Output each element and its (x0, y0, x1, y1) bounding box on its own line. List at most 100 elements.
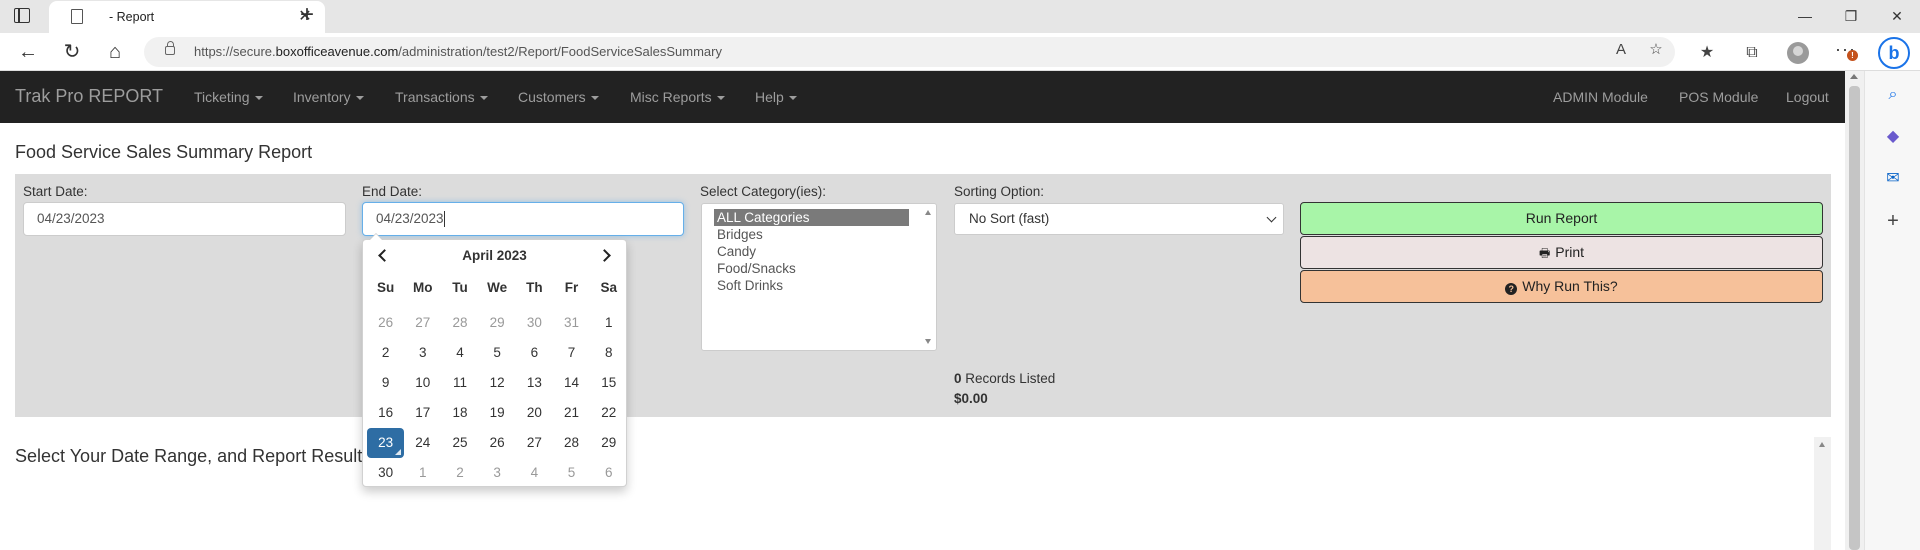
scrollbar-thumb[interactable] (1849, 86, 1860, 550)
category-option[interactable]: Food/Snacks (714, 260, 909, 277)
back-icon[interactable]: ← (14, 39, 42, 67)
day-cell[interactable]: 19 (479, 398, 516, 428)
day-cell[interactable]: 27 (516, 428, 553, 458)
browser-tab[interactable]: - Report ✕ (49, 1, 325, 33)
day-cell[interactable]: 12 (479, 368, 516, 398)
print-button[interactable]: 🖶 Print (1300, 236, 1823, 269)
profile-avatar[interactable] (1787, 42, 1809, 64)
category-option[interactable]: Bridges (714, 226, 909, 243)
day-cell[interactable]: 8 (590, 338, 627, 368)
day-cell[interactable]: 15 (590, 368, 627, 398)
listbox-scroll-down-icon[interactable] (925, 339, 931, 344)
day-cell[interactable]: 6 (590, 458, 627, 488)
day-cell[interactable]: 7 (553, 338, 590, 368)
day-cell[interactable]: 28 (553, 428, 590, 458)
results-scroll-up-icon[interactable] (1819, 442, 1825, 447)
day-cell[interactable]: 3 (479, 458, 516, 488)
start-date-input[interactable]: 04/23/2023 (23, 202, 346, 236)
close-window-icon[interactable]: ✕ (1874, 0, 1920, 33)
bing-chat-icon[interactable]: b (1878, 37, 1910, 69)
day-cell[interactable]: 26 (479, 428, 516, 458)
day-cell[interactable]: 10 (404, 368, 441, 398)
scroll-up-arrow-icon[interactable] (1850, 74, 1858, 79)
refresh-icon[interactable]: ↻ (58, 39, 86, 67)
category-option[interactable]: Candy (714, 243, 909, 260)
day-cell[interactable]: 21 (553, 398, 590, 428)
day-cell[interactable]: 6 (516, 338, 553, 368)
pos-module-link[interactable]: POS Module (1679, 89, 1758, 105)
category-listbox[interactable]: ALL Categories Bridges Candy Food/Snacks… (701, 203, 937, 351)
selected-day-cell[interactable]: 23 (367, 428, 405, 458)
category-option[interactable]: Soft Drinks (714, 277, 909, 294)
office-icon[interactable]: ◆ (1881, 125, 1905, 149)
menu-inventory[interactable]: Inventory (293, 89, 364, 105)
favorites-icon[interactable]: ★ (1694, 40, 1720, 66)
menu-help[interactable]: Help (755, 89, 797, 105)
day-cell[interactable]: 13 (516, 368, 553, 398)
day-cell[interactable]: 26 (367, 308, 404, 338)
day-cell[interactable]: 25 (441, 428, 478, 458)
results-scrollbar[interactable] (1814, 437, 1831, 550)
collections-icon[interactable]: ⧉ (1739, 40, 1765, 66)
menu-transactions-label: Transactions (395, 89, 475, 105)
calendar-week-row: 2345678 (367, 338, 627, 368)
listbox-scroll-up-icon[interactable] (925, 210, 931, 215)
end-date-label: End Date: (362, 184, 423, 199)
day-cell[interactable]: 29 (479, 308, 516, 338)
minimize-icon[interactable]: — (1782, 0, 1828, 33)
day-cell[interactable]: 2 (441, 458, 478, 488)
add-sidebar-icon[interactable]: + (1881, 209, 1905, 233)
month-title[interactable]: April 2023 (363, 248, 626, 263)
total-amount: $0.00 (954, 391, 988, 406)
menu-ticketing[interactable]: Ticketing (194, 89, 263, 105)
page-scrollbar[interactable] (1845, 71, 1864, 550)
category-option[interactable]: ALL Categories (714, 209, 909, 226)
records-suffix: Records Listed (961, 371, 1056, 386)
day-cell[interactable]: 29 (590, 428, 627, 458)
day-cell[interactable]: 5 (553, 458, 590, 488)
day-cell[interactable]: 4 (441, 338, 478, 368)
search-icon[interactable]: ⌕ (1881, 83, 1905, 107)
sort-select[interactable]: No Sort (fast) (954, 203, 1284, 235)
day-cell[interactable]: 9 (367, 368, 404, 398)
admin-module-link[interactable]: ADMIN Module (1553, 89, 1648, 105)
menu-customers[interactable]: Customers (518, 89, 599, 105)
day-cell[interactable]: 14 (553, 368, 590, 398)
day-cell[interactable]: 30 (516, 308, 553, 338)
day-cell[interactable]: 1 (404, 458, 441, 488)
run-report-button[interactable]: Run Report (1300, 202, 1823, 235)
brand-link[interactable]: Trak Pro REPORT (15, 86, 163, 107)
new-tab-icon[interactable]: + (294, 3, 320, 29)
day-cell[interactable]: 2 (367, 338, 404, 368)
day-cell[interactable]: 16 (367, 398, 404, 428)
day-cell[interactable]: 22 (590, 398, 627, 428)
logout-link[interactable]: Logout (1786, 89, 1829, 105)
day-cell[interactable]: 31 (553, 308, 590, 338)
day-cell[interactable]: 24 (404, 428, 441, 458)
day-cell[interactable]: 11 (441, 368, 478, 398)
end-date-input[interactable]: 04/23/2023 (362, 202, 684, 236)
day-cell[interactable]: 3 (404, 338, 441, 368)
restore-icon[interactable]: ❐ (1828, 0, 1874, 33)
tab-actions-icon[interactable] (14, 8, 30, 23)
day-cell[interactable]: 17 (404, 398, 441, 428)
menu-ticketing-label: Ticketing (194, 89, 250, 105)
home-icon[interactable]: ⌂ (101, 39, 129, 67)
day-cell[interactable]: 20 (516, 398, 553, 428)
favorite-star-icon[interactable]: ☆ (1645, 39, 1667, 61)
day-cell[interactable]: 18 (441, 398, 478, 428)
outlook-icon[interactable]: ✉ (1881, 167, 1905, 191)
day-cell[interactable]: 4 (516, 458, 553, 488)
day-cell[interactable]: 30 (367, 458, 404, 488)
day-cell[interactable]: 28 (441, 308, 478, 338)
browser-tab-strip: - Report ✕ + — ❐ ✕ (0, 0, 1920, 33)
day-cell[interactable]: 27 (404, 308, 441, 338)
calendar-week-row: 30 1 2 3 4 5 6 (367, 458, 627, 488)
menu-transactions[interactable]: Transactions (395, 89, 488, 105)
menu-misc-reports[interactable]: Misc Reports (630, 89, 725, 105)
read-aloud-icon[interactable]: A (1610, 39, 1632, 61)
why-run-button[interactable]: ? Why Run This? (1300, 270, 1823, 303)
address-bar[interactable]: https://secure.boxofficeavenue.com/admin… (144, 37, 1675, 67)
day-cell[interactable]: 5 (479, 338, 516, 368)
day-cell[interactable]: 1 (590, 308, 627, 338)
